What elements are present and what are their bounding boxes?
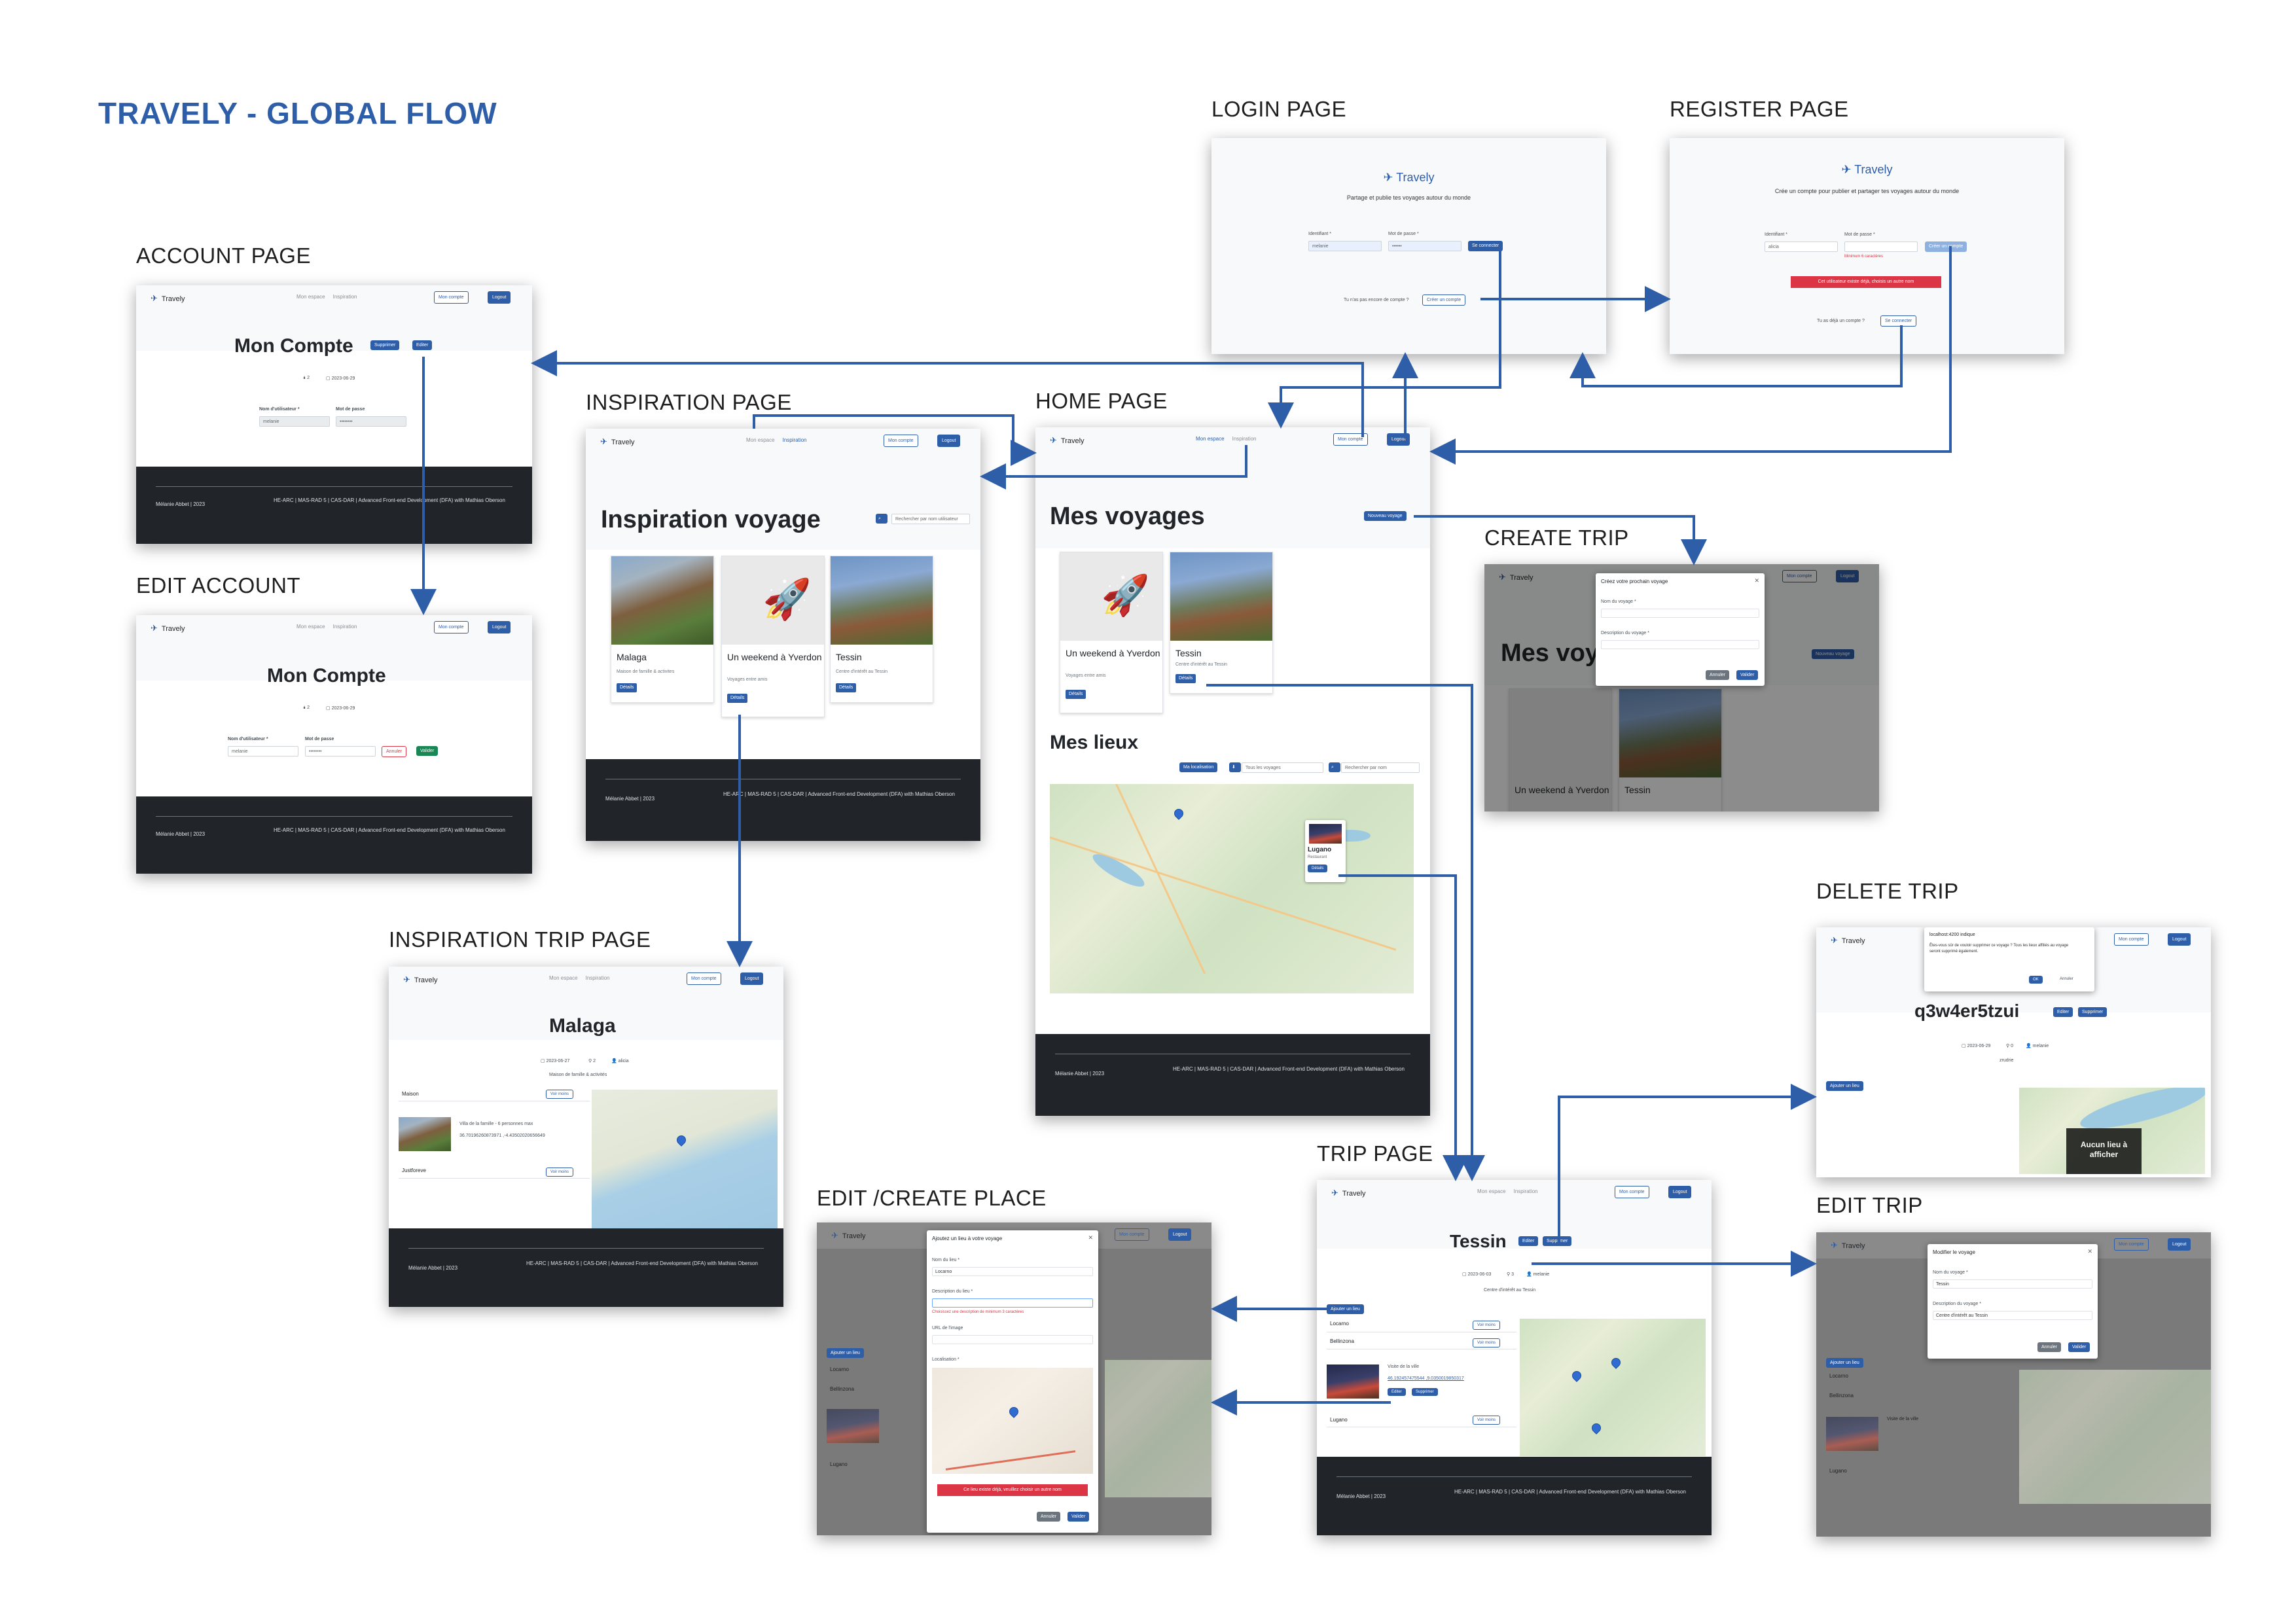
arrow-home-to-inspiration — [980, 445, 1247, 490]
arrow-map-to-trip — [1338, 874, 1469, 1181]
arrow-trip-to-delete — [1558, 1084, 1817, 1242]
arrow-inspiration-to-home — [753, 414, 1037, 466]
arrow-home-to-account — [531, 350, 1364, 437]
arrow-register-to-home — [1429, 246, 1952, 465]
arrow-home-to-create-trip — [1414, 515, 1707, 565]
flow-connectors — [410, 246, 1952, 1416]
arrow-home-card-to-trip — [1206, 684, 1485, 1181]
arrow-register-to-login — [1570, 325, 1903, 387]
flow-arrows — [410, 246, 1952, 1416]
arrow-login-to-home — [1268, 250, 1501, 429]
